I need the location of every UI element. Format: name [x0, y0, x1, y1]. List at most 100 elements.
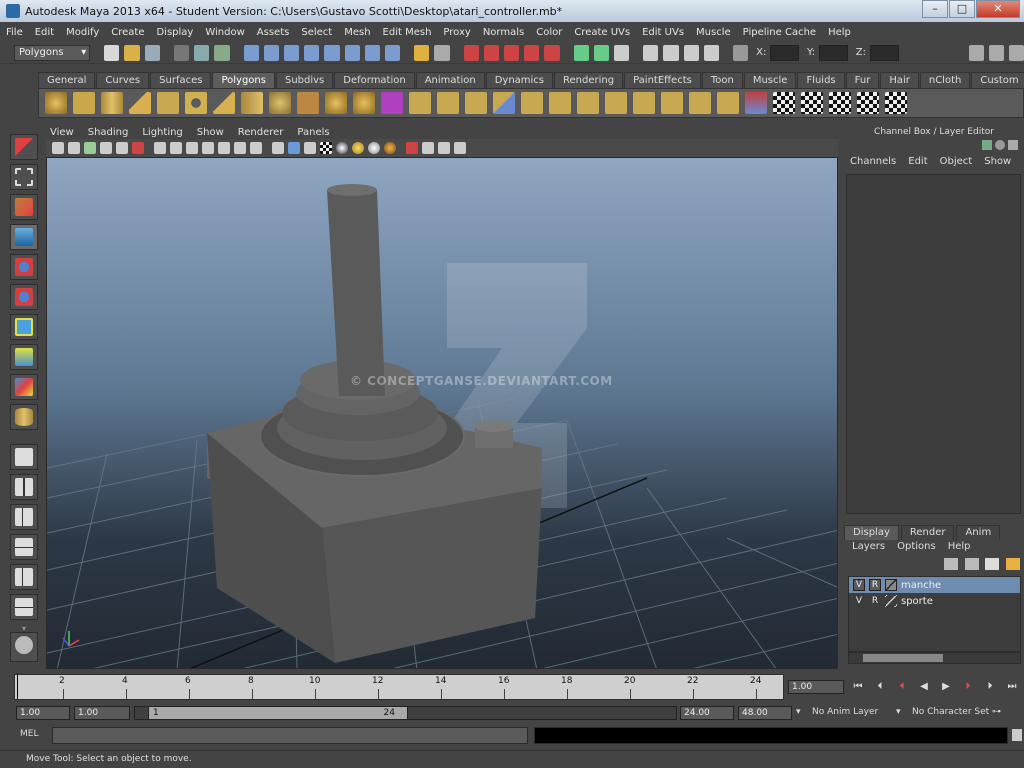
play-forwards-icon[interactable]: ▶: [938, 681, 954, 693]
menu-proxy[interactable]: Proxy: [443, 27, 470, 38]
append-icon[interactable]: [521, 92, 543, 114]
open-scene-icon[interactable]: [124, 44, 140, 61]
image-plane-icon[interactable]: [100, 142, 112, 154]
construction-history-icon[interactable]: [593, 44, 609, 61]
shelf-tab-deformation[interactable]: Deformation: [334, 72, 415, 88]
extrude-icon[interactable]: [465, 92, 487, 114]
perspective-viewport[interactable]: [46, 157, 838, 669]
new-empty-layer-icon[interactable]: [985, 558, 1000, 570]
new-scene-icon[interactable]: [104, 44, 120, 61]
split-polygon-icon[interactable]: [549, 92, 571, 114]
menu-edit-mesh[interactable]: Edit Mesh: [383, 27, 432, 38]
poly-torus-icon[interactable]: [185, 92, 207, 114]
maximize-button[interactable]: □: [949, 0, 975, 18]
select-by-joint-icon[interactable]: [263, 44, 279, 61]
bookmarks-icon[interactable]: [84, 142, 96, 154]
layer-menu-help[interactable]: Help: [948, 541, 971, 555]
move-layer-up-icon[interactable]: [944, 558, 958, 570]
smooth-icon[interactable]: [437, 92, 459, 114]
shelf-tab-dynamics[interactable]: Dynamics: [485, 72, 554, 88]
cb-menu-show[interactable]: Show: [984, 156, 1011, 172]
offset-edge-loop-icon[interactable]: [605, 92, 627, 114]
poly-helix-icon[interactable]: [269, 92, 291, 114]
layer-scrollbar[interactable]: [848, 652, 1021, 664]
shelf-tab-muscle[interactable]: Muscle: [743, 72, 797, 88]
select-by-deformation-icon[interactable]: [324, 44, 340, 61]
merge-icon[interactable]: [661, 92, 683, 114]
combine-icon[interactable]: [353, 92, 375, 114]
select-component-icon[interactable]: [214, 44, 230, 61]
menu-edit-uvs[interactable]: Edit UVs: [642, 27, 684, 38]
shelf-tab-fluids[interactable]: Fluids: [797, 72, 845, 88]
persp-graph-outliner-layout-icon[interactable]: [10, 594, 38, 620]
save-scene-icon[interactable]: [144, 44, 160, 61]
x-ray-icon[interactable]: [422, 142, 434, 154]
character-set-dropdown[interactable]: No Character Set: [912, 706, 989, 720]
layer-tab-render[interactable]: Render: [900, 525, 955, 540]
use-all-lights-icon[interactable]: [336, 142, 348, 154]
persp-graph-layout-icon[interactable]: [10, 534, 38, 560]
channel-box-area[interactable]: [846, 174, 1021, 514]
attribute-editor-icon[interactable]: [968, 44, 984, 61]
layer-reference-toggle[interactable]: R: [869, 579, 881, 591]
menu-muscle[interactable]: Muscle: [696, 27, 731, 38]
ipr-render-icon[interactable]: [663, 44, 679, 61]
menu-mesh[interactable]: Mesh: [344, 27, 370, 38]
shelf-tab-general[interactable]: General: [38, 72, 96, 88]
field-chart-icon[interactable]: [218, 142, 230, 154]
mel-input[interactable]: [52, 727, 528, 744]
single-perspective-layout-icon[interactable]: [10, 444, 38, 470]
z-field[interactable]: [869, 44, 899, 61]
layer-row-sporte[interactable]: V R sporte: [849, 593, 1020, 609]
select-by-surface-icon[interactable]: [304, 44, 320, 61]
grease-pencil-icon[interactable]: [132, 142, 144, 154]
go-to-end-icon[interactable]: ⏭: [1004, 681, 1020, 693]
panel-menu-shading[interactable]: Shading: [88, 127, 129, 138]
menu-window[interactable]: Window: [205, 27, 244, 38]
panel-menu-renderer[interactable]: Renderer: [238, 127, 284, 138]
shelf-tab-polygons[interactable]: Polygons: [212, 72, 275, 88]
poly-soccer-ball-icon[interactable]: [297, 92, 319, 114]
input-output-icon[interactable]: [573, 44, 589, 61]
start-time-field[interactable]: 1.00: [16, 706, 70, 720]
paint-select-tool[interactable]: [10, 194, 38, 220]
poly-pipe-icon[interactable]: [241, 92, 263, 114]
last-used-tool[interactable]: [10, 404, 38, 430]
minimize-button[interactable]: –: [922, 0, 948, 18]
universal-manipulator-tool[interactable]: [10, 314, 38, 340]
step-forward-key-icon[interactable]: ⏵: [960, 681, 976, 693]
menu-display[interactable]: Display: [156, 27, 193, 38]
poly-cube-icon[interactable]: [73, 92, 95, 114]
select-by-misc-icon[interactable]: [384, 44, 401, 61]
menu-pipeline-cache[interactable]: Pipeline Cache: [743, 27, 816, 38]
scale-tool[interactable]: [10, 284, 38, 310]
layer-tab-display[interactable]: Display: [844, 525, 899, 540]
highlight-selection-icon[interactable]: [434, 44, 450, 61]
channel-box-icon[interactable]: [1008, 44, 1024, 61]
shadows-icon[interactable]: [352, 142, 364, 154]
layer-scrollbar-thumb[interactable]: [863, 654, 943, 662]
ambient-occlusion-icon[interactable]: [384, 142, 396, 154]
x-ray-joints-icon[interactable]: [438, 142, 450, 154]
toolbox-expand-icon[interactable]: ▾: [8, 624, 40, 633]
shelf-tab-ncloth[interactable]: nCloth: [919, 72, 971, 88]
snap-to-grid-icon[interactable]: [463, 44, 479, 61]
shelf-tab-curves[interactable]: Curves: [96, 72, 150, 88]
persp-hypershade-layout-icon[interactable]: [10, 564, 38, 590]
cb-menu-channels[interactable]: Channels: [850, 156, 896, 172]
anim-end-field[interactable]: 24.00: [680, 706, 734, 720]
snap-to-view-plane-icon[interactable]: [524, 44, 540, 61]
poly-prism-icon[interactable]: [213, 92, 235, 114]
render-settings-icon[interactable]: [683, 44, 699, 61]
y-field[interactable]: [819, 44, 848, 61]
snap-to-point-icon[interactable]: [503, 44, 520, 61]
key-icon[interactable]: ⊶: [992, 706, 1006, 720]
four-view-layout-icon[interactable]: [10, 474, 38, 500]
layer-visibility-toggle[interactable]: V: [853, 595, 865, 607]
select-tool[interactable]: [10, 134, 38, 160]
gate-mask-icon[interactable]: [202, 142, 214, 154]
shelf-tab-surfaces[interactable]: Surfaces: [150, 72, 212, 88]
uv-texture-editor-icon[interactable]: [885, 92, 907, 114]
poke-icon[interactable]: [717, 92, 739, 114]
film-gate-icon[interactable]: [170, 142, 182, 154]
